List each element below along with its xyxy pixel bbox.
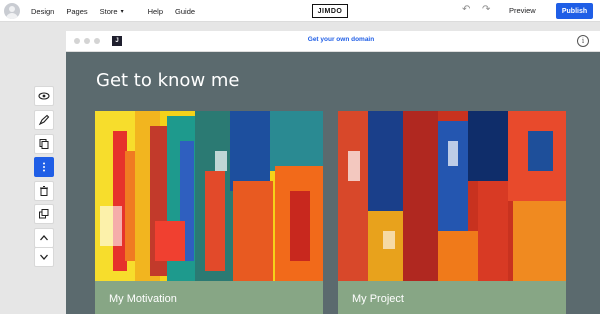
- card-image[interactable]: [338, 111, 566, 281]
- copy-icon[interactable]: [34, 134, 54, 154]
- chevron-up-icon[interactable]: [34, 228, 54, 248]
- nav-design[interactable]: Design: [31, 7, 54, 16]
- user-avatar[interactable]: [4, 3, 20, 19]
- card-caption: My Motivation: [95, 281, 323, 314]
- brush-icon[interactable]: [34, 110, 54, 130]
- get-domain-link[interactable]: Get your own domain: [266, 36, 416, 43]
- trash-icon[interactable]: [34, 181, 54, 201]
- card-my-motivation[interactable]: My Motivation: [95, 111, 323, 314]
- nav-pages[interactable]: Pages: [66, 7, 87, 16]
- window-dots: [74, 38, 104, 44]
- eye-icon[interactable]: [34, 86, 54, 106]
- page-canvas: Get to know me My Motivation My Project: [66, 52, 600, 314]
- card-title[interactable]: My Motivation: [109, 293, 177, 305]
- card-caption: My Project: [338, 281, 566, 314]
- site-icon: J: [112, 36, 122, 46]
- publish-button[interactable]: Publish: [556, 3, 593, 19]
- duplicate-icon[interactable]: [34, 204, 54, 224]
- chevron-down-icon: ▾: [120, 8, 124, 15]
- site-frame-bar: J Get your own domain i: [66, 31, 600, 52]
- jimdo-logo: JIMDO: [312, 4, 348, 18]
- more-vertical-icon[interactable]: [34, 157, 54, 177]
- page-heading[interactable]: Get to know me: [96, 70, 240, 91]
- undo-icon[interactable]: ↶: [462, 4, 470, 15]
- top-navigation-bar: Design Pages Store ▾ Help Guide JIMDO ↶ ↷…: [0, 0, 600, 22]
- nav-store[interactable]: Store ▾: [100, 7, 136, 16]
- preview-button[interactable]: Preview: [509, 6, 536, 15]
- nav-guide[interactable]: Guide: [175, 7, 195, 16]
- card-image[interactable]: [95, 111, 323, 281]
- card-my-project[interactable]: My Project: [338, 111, 566, 314]
- card-title[interactable]: My Project: [352, 293, 404, 305]
- chevron-down-icon[interactable]: [34, 247, 54, 267]
- nav-help[interactable]: Help: [148, 7, 163, 16]
- redo-icon[interactable]: ↷: [482, 4, 490, 15]
- info-icon[interactable]: i: [577, 35, 589, 47]
- main-nav: Design Pages Store ▾ Help Guide: [31, 0, 207, 22]
